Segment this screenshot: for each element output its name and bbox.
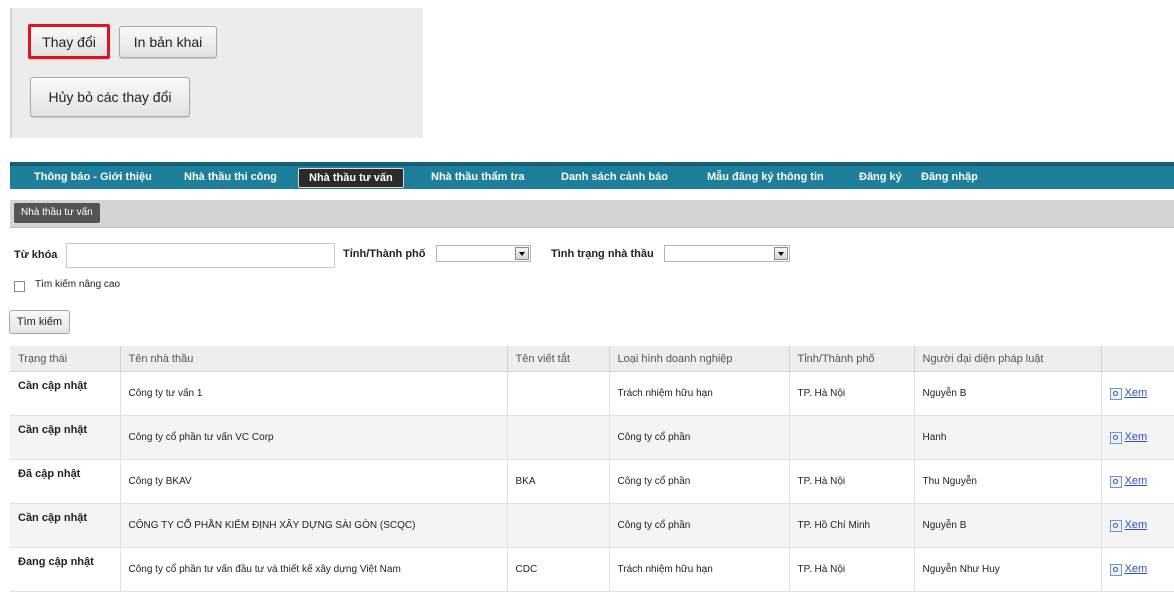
row-name: Công ty cổ phần tư vấn VC Corp: [120, 415, 508, 460]
magnifier-icon[interactable]: [1109, 387, 1122, 400]
row-abbr: BKA: [507, 459, 610, 504]
row-abbr: [507, 415, 610, 460]
row-business-type: Trách nhiệm hữu hạn: [609, 547, 790, 592]
row-province: TP. Hà Nội: [789, 371, 915, 416]
main-nav: Thông báo - Giới thiệu Nhà thầu thi công…: [10, 162, 1174, 189]
nav-item-warning-list[interactable]: Danh sách cảnh báo: [561, 166, 668, 189]
row-abbr: [507, 503, 610, 548]
action-panel: Thay đổi In bản khai Hủy bỏ các thay đổi: [10, 8, 423, 138]
row-business-type: Trách nhiệm hữu hạn: [609, 371, 790, 416]
magnifier-icon[interactable]: [1109, 475, 1122, 488]
nav-item-construction-contractors[interactable]: Nhà thầu thi công: [184, 166, 277, 189]
cancel-changes-button[interactable]: Hủy bỏ các thay đổi: [30, 77, 190, 117]
row-province: [789, 415, 915, 460]
nav-item-announcements[interactable]: Thông báo - Giới thiệu: [34, 166, 152, 189]
view-link[interactable]: Xem: [1125, 475, 1148, 487]
row-status: Cần cập nhật: [10, 371, 121, 416]
nav-item-consulting-contractors[interactable]: Nhà thầu tư vấn: [298, 168, 404, 188]
row-abbr: [507, 371, 610, 416]
view-link[interactable]: Xem: [1125, 519, 1148, 531]
table-row: Đã cập nhật Công ty BKAV BKA Công ty cổ …: [10, 459, 1174, 504]
row-view-cell: Xem: [1101, 415, 1174, 460]
row-province: TP. Hà Nội: [789, 547, 915, 592]
table-header-row: Trạng thái Tên nhà thầu Tên viết tắt Loạ…: [10, 346, 1174, 372]
row-legal-rep: Hanh: [914, 415, 1102, 460]
table-row: Cần cập nhật CÔNG TY CỔ PHẦN KIỂM ĐỊNH X…: [10, 503, 1174, 548]
row-abbr: CDC: [507, 547, 610, 592]
sub-tab-bar: Nhà thầu tư vấn: [10, 200, 1174, 228]
row-province: TP. Hồ Chí Minh: [789, 503, 915, 548]
row-name: Công ty BKAV: [120, 459, 508, 504]
row-name: Công ty cổ phần tư vấn đầu tư và thiết k…: [120, 547, 508, 592]
contractor-status-label: Tình trạng nhà thầu: [551, 248, 654, 260]
row-name: CÔNG TY CỔ PHẦN KIỂM ĐỊNH XÂY DỰNG SÀI G…: [120, 503, 508, 548]
row-province: TP. Hà Nội: [789, 459, 915, 504]
col-header-province: Tỉnh/Thành phố: [789, 346, 915, 372]
row-status: Cần cập nhật: [10, 503, 121, 548]
province-label: Tỉnh/Thành phố: [343, 248, 426, 260]
contractor-table: Trạng thái Tên nhà thầu Tên viết tắt Loạ…: [10, 346, 1174, 592]
col-header-abbr: Tên viết tắt: [507, 346, 610, 372]
advanced-search-label: Tìm kiếm nâng cao: [35, 279, 121, 290]
chevron-down-icon[interactable]: [774, 247, 788, 260]
view-link[interactable]: Xem: [1125, 563, 1148, 575]
nav-item-login[interactable]: Đăng nhập: [921, 166, 978, 189]
change-button[interactable]: Thay đổi: [28, 24, 110, 59]
row-legal-rep: Nguyễn B: [914, 371, 1102, 416]
col-header-name: Tên nhà thầu: [120, 346, 508, 372]
keyword-input[interactable]: [66, 243, 335, 268]
magnifier-icon[interactable]: [1109, 563, 1122, 576]
magnifier-icon[interactable]: [1109, 431, 1122, 444]
row-business-type: Công ty cổ phần: [609, 503, 790, 548]
row-view-cell: Xem: [1101, 459, 1174, 504]
col-header-status: Trạng thái: [10, 346, 121, 372]
chevron-down-icon[interactable]: [515, 247, 529, 260]
tab-consulting-contractors[interactable]: Nhà thầu tư vấn: [14, 203, 100, 223]
table-row: Đang cập nhật Công ty cổ phần tư vấn đầu…: [10, 547, 1174, 592]
view-link[interactable]: Xem: [1125, 431, 1148, 443]
col-header-action: [1101, 346, 1174, 372]
print-declaration-button[interactable]: In bản khai: [119, 26, 217, 58]
nav-item-review-contractors[interactable]: Nhà thầu thẩm tra: [431, 166, 525, 189]
contractor-status-select[interactable]: [664, 245, 790, 262]
magnifier-icon[interactable]: [1109, 519, 1122, 532]
row-status: Đang cập nhật: [10, 547, 121, 592]
col-header-business-type: Loại hình doanh nghiệp: [609, 346, 790, 372]
view-link[interactable]: Xem: [1125, 387, 1148, 399]
table-row: Cần cập nhật Công ty tư vấn 1 Trách nhiệ…: [10, 371, 1174, 416]
row-business-type: Công ty cổ phần: [609, 459, 790, 504]
advanced-search-checkbox[interactable]: [14, 281, 25, 292]
search-button[interactable]: Tìm kiếm: [9, 310, 70, 334]
row-business-type: Công ty cổ phần: [609, 415, 790, 460]
nav-item-register[interactable]: Đăng ký: [859, 166, 902, 189]
row-name: Công ty tư vấn 1: [120, 371, 508, 416]
row-legal-rep: Nguyễn Như Huy: [914, 547, 1102, 592]
province-select[interactable]: [436, 245, 531, 262]
row-status: Đã cập nhật: [10, 459, 121, 504]
col-header-legal-rep: Người đại diện pháp luật: [914, 346, 1102, 372]
row-status: Cần cập nhật: [10, 415, 121, 460]
table-row: Cần cập nhật Công ty cổ phần tư vấn VC C…: [10, 415, 1174, 460]
row-view-cell: Xem: [1101, 371, 1174, 416]
row-view-cell: Xem: [1101, 503, 1174, 548]
nav-item-registration-form[interactable]: Mẫu đăng ký thông tin: [707, 166, 824, 189]
keyword-label: Từ khóa: [14, 249, 58, 261]
row-view-cell: Xem: [1101, 547, 1174, 592]
row-legal-rep: Nguyễn B: [914, 503, 1102, 548]
row-legal-rep: Thu Nguyễn: [914, 459, 1102, 504]
